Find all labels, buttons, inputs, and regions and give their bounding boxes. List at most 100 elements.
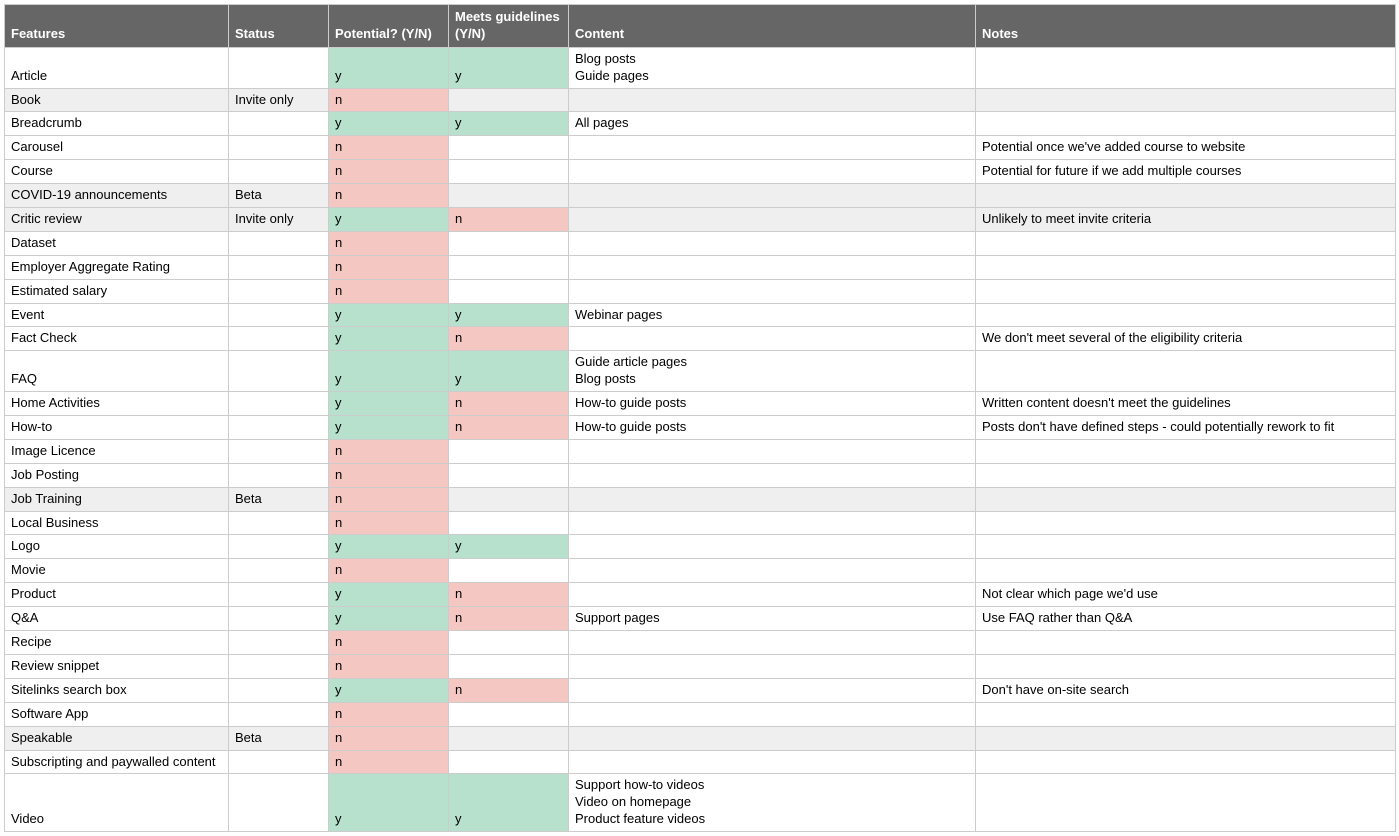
cell-status[interactable] <box>229 750 329 774</box>
cell-potential[interactable]: y <box>329 208 449 232</box>
cell-guidelines[interactable] <box>449 184 569 208</box>
cell-guidelines[interactable]: y <box>449 351 569 392</box>
cell-notes[interactable] <box>976 511 1396 535</box>
cell-status[interactable] <box>229 511 329 535</box>
cell-content[interactable] <box>569 88 976 112</box>
cell-potential[interactable]: y <box>329 583 449 607</box>
cell-potential[interactable]: y <box>329 392 449 416</box>
cell-content[interactable] <box>569 702 976 726</box>
cell-feature[interactable]: How-to <box>5 416 229 440</box>
cell-notes[interactable]: Don't have on-site search <box>976 678 1396 702</box>
cell-status[interactable] <box>229 327 329 351</box>
cell-notes[interactable] <box>976 47 1396 88</box>
cell-notes[interactable] <box>976 750 1396 774</box>
header-potential[interactable]: Potential? (Y/N) <box>329 5 449 48</box>
cell-feature[interactable]: Home Activities <box>5 392 229 416</box>
cell-potential[interactable]: y <box>329 416 449 440</box>
cell-potential[interactable]: n <box>329 279 449 303</box>
cell-potential[interactable]: n <box>329 559 449 583</box>
cell-potential[interactable]: y <box>329 47 449 88</box>
cell-status[interactable] <box>229 463 329 487</box>
cell-notes[interactable]: Written content doesn't meet the guideli… <box>976 392 1396 416</box>
cell-guidelines[interactable]: n <box>449 327 569 351</box>
cell-guidelines[interactable]: y <box>449 535 569 559</box>
cell-content[interactable] <box>569 654 976 678</box>
cell-feature[interactable]: Carousel <box>5 136 229 160</box>
cell-status[interactable]: Invite only <box>229 208 329 232</box>
cell-guidelines[interactable] <box>449 439 569 463</box>
cell-content[interactable] <box>569 136 976 160</box>
cell-guidelines[interactable]: y <box>449 47 569 88</box>
cell-content[interactable]: Support pages <box>569 607 976 631</box>
cell-status[interactable] <box>229 392 329 416</box>
cell-content[interactable] <box>569 184 976 208</box>
cell-guidelines[interactable] <box>449 511 569 535</box>
cell-potential[interactable]: y <box>329 774 449 832</box>
cell-status[interactable] <box>229 416 329 440</box>
cell-status[interactable] <box>229 160 329 184</box>
cell-feature[interactable]: FAQ <box>5 351 229 392</box>
cell-status[interactable] <box>229 654 329 678</box>
cell-status[interactable]: Invite only <box>229 88 329 112</box>
cell-feature[interactable]: COVID-19 announcements <box>5 184 229 208</box>
cell-notes[interactable] <box>976 255 1396 279</box>
cell-notes[interactable] <box>976 774 1396 832</box>
cell-content[interactable] <box>569 511 976 535</box>
cell-content[interactable]: Blog posts Guide pages <box>569 47 976 88</box>
cell-feature[interactable]: Speakable <box>5 726 229 750</box>
cell-content[interactable] <box>569 583 976 607</box>
cell-content[interactable] <box>569 231 976 255</box>
header-guidelines[interactable]: Meets guidelines (Y/N) <box>449 5 569 48</box>
cell-status[interactable] <box>229 631 329 655</box>
cell-notes[interactable] <box>976 487 1396 511</box>
cell-notes[interactable] <box>976 726 1396 750</box>
cell-potential[interactable]: n <box>329 702 449 726</box>
cell-feature[interactable]: Recipe <box>5 631 229 655</box>
cell-content[interactable] <box>569 439 976 463</box>
cell-content[interactable]: How-to guide posts <box>569 392 976 416</box>
cell-guidelines[interactable]: y <box>449 112 569 136</box>
cell-guidelines[interactable]: n <box>449 583 569 607</box>
cell-notes[interactable] <box>976 88 1396 112</box>
cell-notes[interactable]: Potential for future if we add multiple … <box>976 160 1396 184</box>
cell-content[interactable] <box>569 678 976 702</box>
cell-feature[interactable]: Breadcrumb <box>5 112 229 136</box>
cell-guidelines[interactable] <box>449 631 569 655</box>
cell-feature[interactable]: Software App <box>5 702 229 726</box>
cell-potential[interactable]: y <box>329 327 449 351</box>
cell-status[interactable] <box>229 607 329 631</box>
cell-guidelines[interactable] <box>449 160 569 184</box>
cell-content[interactable] <box>569 726 976 750</box>
cell-feature[interactable]: Image Licence <box>5 439 229 463</box>
cell-notes[interactable] <box>976 463 1396 487</box>
cell-notes[interactable] <box>976 279 1396 303</box>
cell-feature[interactable]: Review snippet <box>5 654 229 678</box>
cell-notes[interactable] <box>976 184 1396 208</box>
cell-guidelines[interactable]: n <box>449 678 569 702</box>
cell-guidelines[interactable]: n <box>449 416 569 440</box>
cell-status[interactable] <box>229 351 329 392</box>
cell-feature[interactable]: Product <box>5 583 229 607</box>
cell-content[interactable] <box>569 160 976 184</box>
cell-potential[interactable]: n <box>329 463 449 487</box>
cell-potential[interactable]: y <box>329 607 449 631</box>
cell-content[interactable]: Support how-to videos Video on homepage … <box>569 774 976 832</box>
cell-content[interactable]: How-to guide posts <box>569 416 976 440</box>
cell-potential[interactable]: y <box>329 112 449 136</box>
cell-guidelines[interactable] <box>449 231 569 255</box>
cell-status[interactable] <box>229 774 329 832</box>
cell-content[interactable]: Webinar pages <box>569 303 976 327</box>
cell-content[interactable]: Guide article pages Blog posts <box>569 351 976 392</box>
cell-notes[interactable]: We don't meet several of the eligibility… <box>976 327 1396 351</box>
cell-content[interactable] <box>569 463 976 487</box>
cell-feature[interactable]: Sitelinks search box <box>5 678 229 702</box>
cell-notes[interactable]: Posts don't have defined steps - could p… <box>976 416 1396 440</box>
cell-content[interactable] <box>569 559 976 583</box>
cell-potential[interactable]: n <box>329 231 449 255</box>
cell-guidelines[interactable] <box>449 279 569 303</box>
cell-content[interactable] <box>569 255 976 279</box>
cell-content[interactable] <box>569 535 976 559</box>
cell-feature[interactable]: Article <box>5 47 229 88</box>
cell-status[interactable] <box>229 583 329 607</box>
cell-notes[interactable] <box>976 303 1396 327</box>
